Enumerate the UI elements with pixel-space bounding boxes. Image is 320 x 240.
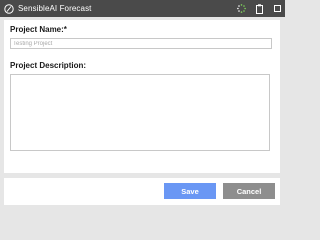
maximize-icon[interactable] — [273, 4, 282, 14]
cancel-button[interactable]: Cancel — [223, 183, 275, 199]
project-name-input[interactable] — [10, 38, 272, 49]
app-logo-icon — [4, 3, 14, 14]
window-title: SensibleAI Forecast — [18, 4, 92, 13]
loading-spinner-icon — [237, 4, 246, 14]
project-name-label: Project Name:* — [10, 25, 67, 34]
title-bar: SensibleAI Forecast — [0, 0, 285, 17]
clipboard-icon[interactable] — [255, 3, 264, 14]
project-description-textarea[interactable] — [10, 74, 270, 151]
title-bar-controls — [237, 0, 282, 17]
project-description-label: Project Description: — [10, 61, 87, 70]
save-button[interactable]: Save — [164, 183, 216, 199]
dialog-footer: Save Cancel — [4, 178, 280, 205]
form-panel: Project Name:* Project Description: — [4, 20, 280, 173]
